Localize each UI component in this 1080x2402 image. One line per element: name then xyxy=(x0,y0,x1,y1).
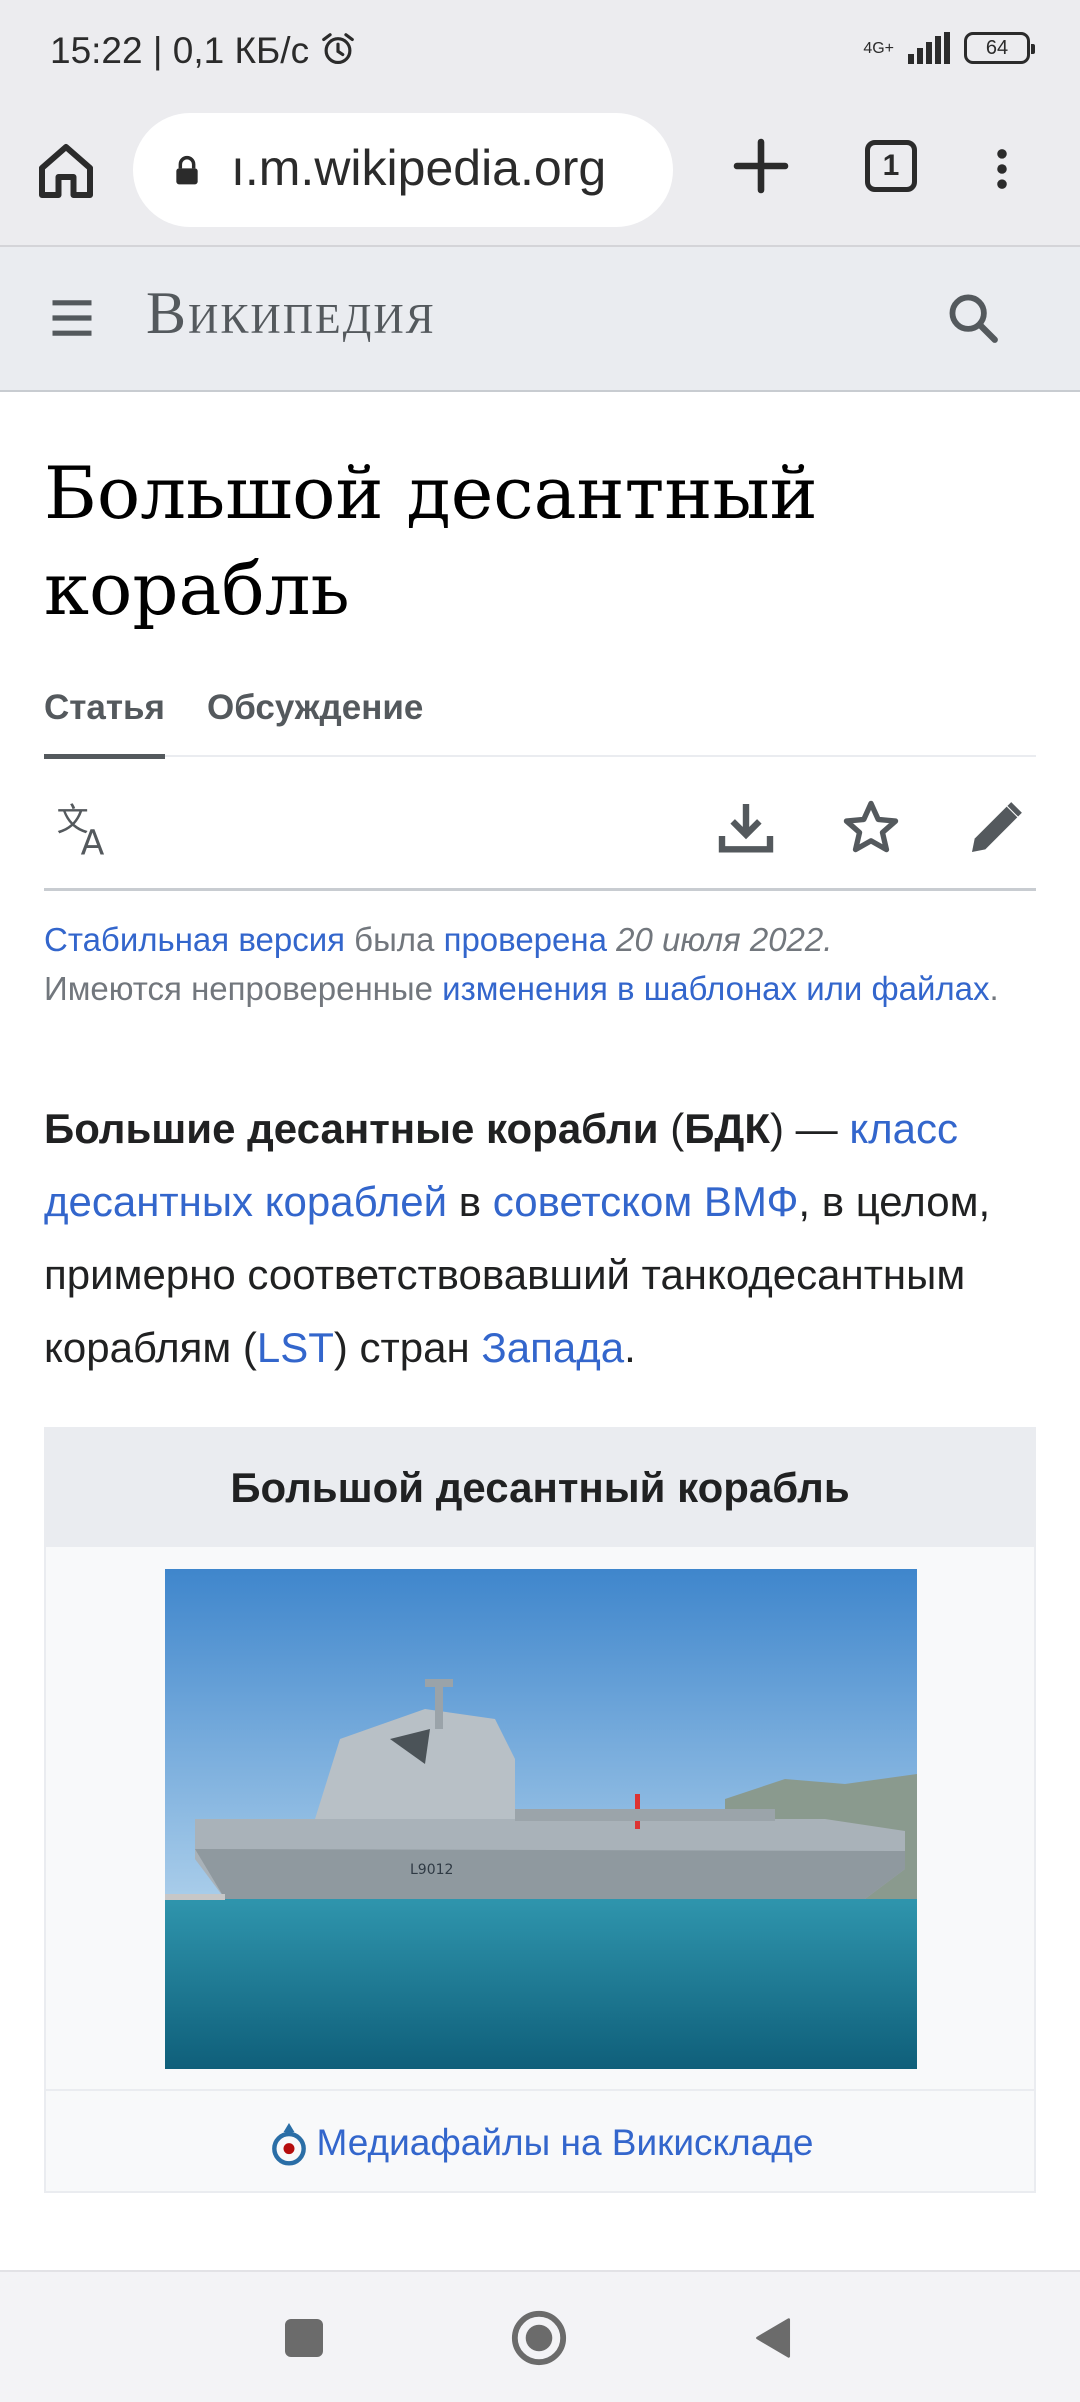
ship-photo: L9012 xyxy=(165,1569,917,2069)
recents-button[interactable] xyxy=(285,2319,323,2357)
checked-link[interactable]: проверена xyxy=(444,921,607,958)
alarm-icon xyxy=(322,33,355,65)
lock-icon xyxy=(176,155,198,185)
browser-toolbar: ı.m.wikipedia.org 1 xyxy=(0,105,1080,247)
more-menu-icon[interactable] xyxy=(976,133,1028,205)
infobox-divider xyxy=(46,2089,1034,2091)
page-actions: 文 A xyxy=(44,768,1036,891)
status-bar: 15:22 | 0,1 КБ/с 4G+ 64 xyxy=(0,0,1080,105)
home-button[interactable] xyxy=(510,2309,568,2367)
lst-link[interactable]: LST xyxy=(257,1324,334,1371)
hull-number: L9012 xyxy=(410,1862,453,1878)
stable-version-link[interactable]: Стабильная версия xyxy=(44,921,345,958)
home-icon[interactable] xyxy=(30,135,102,207)
unchecked-changes-link[interactable]: изменения в шаблонах или файлах xyxy=(442,970,989,1007)
language-icon[interactable]: 文 A xyxy=(54,796,118,860)
signal-icon xyxy=(908,32,950,64)
search-icon[interactable] xyxy=(944,289,1002,347)
status-indicators: 4G+ 64 xyxy=(863,32,1035,64)
infobox: Большой десантный корабль L9012 Медиафай… xyxy=(44,1427,1036,2193)
infobox-header: Большой десантный корабль xyxy=(46,1429,1034,1547)
article-tabs: Статья Обсуждение xyxy=(44,680,1036,759)
commons-row: Медиафайлы на Викискладе xyxy=(46,2119,1034,2171)
address-bar[interactable]: ı.m.wikipedia.org xyxy=(133,113,673,227)
status-time-speed: 15:22 | 0,1 КБ/с xyxy=(50,30,357,72)
back-button[interactable] xyxy=(752,2314,796,2362)
flagged-revision-notice: Стабильная версия была проверена 20 июля… xyxy=(44,921,999,1007)
tab-article[interactable]: Статья xyxy=(44,688,165,759)
west-link[interactable]: Запада xyxy=(481,1324,624,1371)
wiki-header: Википедия xyxy=(0,247,1080,392)
battery-icon: 64 xyxy=(964,32,1035,64)
soviet-navy-link[interactable]: советском ВМФ xyxy=(493,1178,799,1225)
new-tab-icon[interactable] xyxy=(725,130,797,202)
network-type: 4G+ xyxy=(863,39,894,57)
lead-paragraph: Большие десантные корабли (БДК) — класс … xyxy=(44,1105,991,1371)
svg-text:A: A xyxy=(81,824,105,860)
system-nav-bar xyxy=(0,2270,1080,2402)
tab-switcher-button[interactable]: 1 xyxy=(865,140,917,192)
tab-discussion[interactable]: Обсуждение xyxy=(207,688,423,728)
commons-link[interactable]: Медиафайлы на Викискладе xyxy=(317,2122,814,2163)
battery-level: 64 xyxy=(985,36,1009,59)
page-title: Большой десантный корабль xyxy=(44,451,818,631)
wikimedia-commons-icon xyxy=(271,2123,306,2166)
url-text: ı.m.wikipedia.org xyxy=(231,140,607,196)
ship-image[interactable]: L9012 xyxy=(165,1569,917,2069)
hamburger-menu-icon[interactable] xyxy=(44,292,100,344)
download-icon[interactable] xyxy=(714,796,778,860)
watch-star-icon[interactable] xyxy=(839,796,903,860)
wikipedia-logo[interactable]: Википедия xyxy=(146,279,436,348)
edit-pencil-icon[interactable] xyxy=(964,796,1028,860)
tab-count: 1 xyxy=(882,149,900,182)
